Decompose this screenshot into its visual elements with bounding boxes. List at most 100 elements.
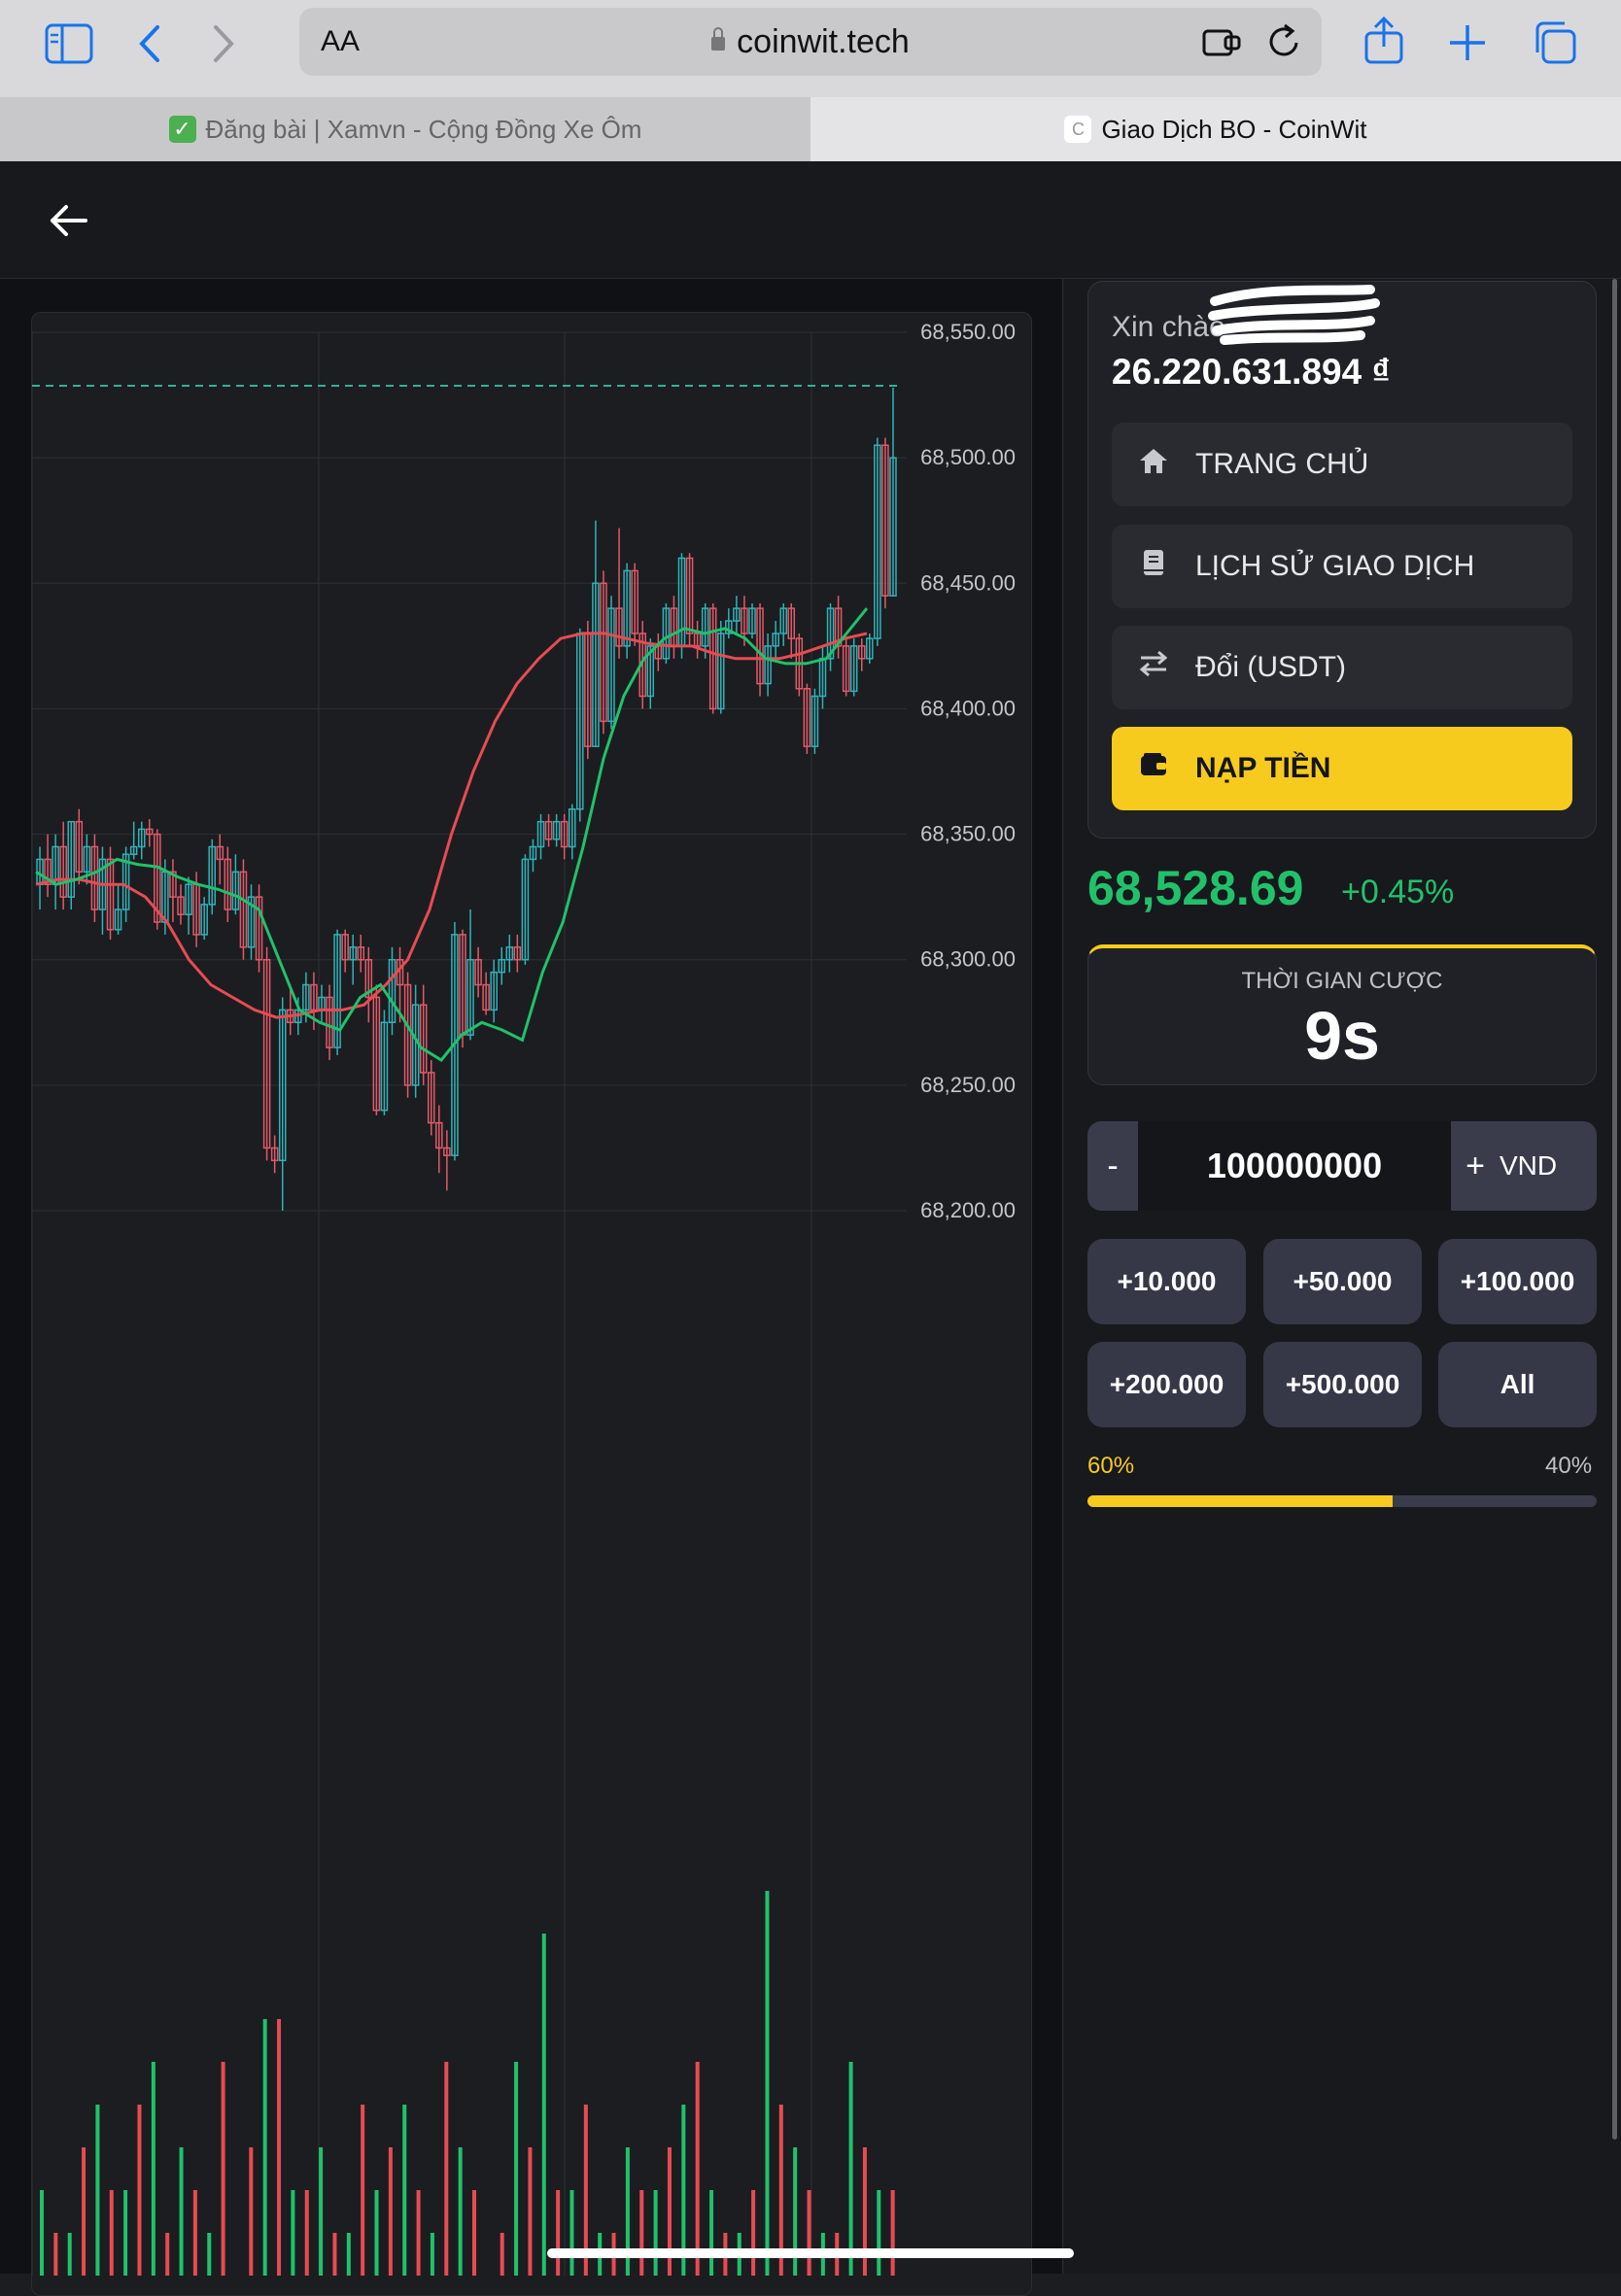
volume-bar-down <box>528 2147 533 2276</box>
quick-amount-200k[interactable]: +200.000 <box>1087 1342 1246 1427</box>
app-header <box>0 161 1621 279</box>
sidebar-icon[interactable] <box>45 23 93 69</box>
tabs-overview-icon[interactable] <box>1532 19 1578 71</box>
volume-bar-down <box>695 2062 700 2276</box>
tab-title: Đăng bài | Xamvn - Cộng Đồng Xe Ôm <box>205 114 642 144</box>
volume-bar-down <box>249 2147 254 2276</box>
bet-timer: THỜI GIAN CƯỢC 9s <box>1087 944 1597 1085</box>
y-tick-label: 68,500.00 <box>920 445 1016 469</box>
redacted-username-scribble <box>1208 285 1380 345</box>
extension-icon[interactable] <box>1201 25 1244 65</box>
volume-bar-up <box>430 2233 434 2276</box>
volume-bar-up <box>319 2147 324 2276</box>
volume-bar-down <box>444 2062 449 2276</box>
y-tick-label: 68,400.00 <box>920 696 1016 720</box>
address-bar[interactable]: AA coinwit.tech <box>299 8 1322 76</box>
quick-amount-500k[interactable]: +500.000 <box>1263 1342 1422 1427</box>
volume-bar-down <box>500 2233 504 2276</box>
new-tab-icon[interactable] <box>1448 23 1487 67</box>
volume-bar-up <box>402 2105 407 2276</box>
quick-amount-50k[interactable]: +50.000 <box>1263 1239 1422 1324</box>
volume-bar-up <box>458 2147 463 2276</box>
volume-bar-up <box>291 2190 295 2276</box>
back-icon[interactable] <box>138 23 161 69</box>
current-price: 68,528.69 <box>1087 861 1304 915</box>
volume-bar-down <box>53 2233 58 2276</box>
volume-bar-down <box>109 2190 114 2276</box>
decrease-button[interactable]: - <box>1087 1121 1138 1211</box>
volume-bar-down <box>277 2019 282 2276</box>
timer-value: 9s <box>1304 998 1380 1074</box>
checkmark-favicon-icon: ✓ <box>168 116 196 143</box>
volume-bar-down <box>751 2190 756 2276</box>
volume-bar-up <box>67 2233 72 2276</box>
chart-card[interactable]: 68,550.00 68,500.00 68,450.00 68,400.00 68,3… <box>31 312 1032 2296</box>
scrollbar[interactable] <box>1612 279 1617 2140</box>
home-indicator[interactable] <box>547 2248 1074 2258</box>
ratio-bar-fill <box>1087 1495 1394 1507</box>
volume-bar-down <box>332 2233 337 2276</box>
tab-coinwit[interactable]: C Giao Dịch BO - CoinWit <box>810 97 1621 161</box>
volume-bar-down <box>416 2190 421 2276</box>
ratio-left-label: 60% <box>1087 1453 1135 1479</box>
trade-sidebar: Xin chào 26.220.631.894 ₫ TRANG CHỦ LỊCH… <box>1064 279 1621 2274</box>
y-tick-label: 68,250.00 <box>920 1073 1016 1097</box>
volume-bar-up <box>95 2105 100 2276</box>
volume-bar-down <box>388 2147 393 2276</box>
url-display[interactable]: coinwit.tech <box>299 23 1322 61</box>
forward-icon[interactable] <box>212 23 235 69</box>
volume-bar-up <box>877 2190 881 2276</box>
timer-label: THỜI GIAN CƯỢC <box>1241 968 1443 994</box>
menu-exchange[interactable]: Đổi (USDT) <box>1112 626 1572 709</box>
volume-bar-down <box>137 2105 142 2276</box>
lock-icon <box>711 27 726 51</box>
volume-bar-up <box>765 1891 770 2276</box>
wallet-icon <box>1112 752 1195 785</box>
y-tick-label: 68,300.00 <box>920 947 1016 972</box>
account-card: Xin chào 26.220.631.894 ₫ TRANG CHỦ LỊCH… <box>1087 281 1597 839</box>
volume-bar-down <box>890 2190 895 2276</box>
volume-bar-up <box>151 2062 155 2276</box>
volume-bar-down <box>639 2190 644 2276</box>
menu-history[interactable]: LỊCH SỬ GIAO DỊCH <box>1112 525 1572 608</box>
ratio-bar <box>1087 1495 1597 1507</box>
volume-bar-up <box>848 2062 853 2276</box>
menu-home[interactable]: TRANG CHỦ <box>1112 423 1572 506</box>
volume-bar-down <box>221 2062 225 2276</box>
quick-amount-100k[interactable]: +100.000 <box>1438 1239 1597 1324</box>
quick-amount-all[interactable]: All <box>1438 1342 1597 1427</box>
volume-bar-up <box>179 2147 184 2276</box>
volume-bar-up <box>514 2062 519 2276</box>
menu-label: TRANG CHỦ <box>1195 448 1369 480</box>
volume-bar-up <box>262 2019 267 2276</box>
home-icon <box>1112 446 1195 483</box>
volume-bar-up <box>346 2233 351 2276</box>
volume-bar-up <box>569 2190 574 2276</box>
volume-bar-down <box>556 2190 561 2276</box>
volume-bar-down <box>82 2147 86 2276</box>
menu-label: LỊCH SỬ GIAO DỊCH <box>1195 550 1475 582</box>
menu-label: NẠP TIỀN <box>1195 752 1331 784</box>
volume-bar-up <box>207 2233 212 2276</box>
increase-button[interactable]: + <box>1451 1121 1500 1211</box>
coinwit-favicon-icon: C <box>1064 116 1092 143</box>
share-icon[interactable] <box>1362 16 1405 71</box>
account-balance: 26.220.631.894 ₫ <box>1112 352 1391 392</box>
volume-bar-up <box>40 2190 44 2276</box>
amount-input[interactable]: 100000000 <box>1138 1121 1451 1211</box>
tab-xamvn[interactable]: ✓ Đăng bài | Xamvn - Cộng Đồng Xe Ôm <box>0 97 810 161</box>
volume-bar-down <box>472 2190 476 2276</box>
volume-bar-up <box>374 2190 379 2276</box>
candlestick-chart[interactable]: 68,550.00 68,500.00 68,450.00 68,400.00 68,3… <box>32 313 1031 2276</box>
arrow-left-icon[interactable] <box>49 200 89 245</box>
reload-icon[interactable] <box>1267 23 1302 65</box>
volume-bar-up <box>709 2190 714 2276</box>
deposit-button[interactable]: NẠP TIỀN <box>1112 727 1572 810</box>
volume-bar-down <box>165 2233 170 2276</box>
quick-amount-10k[interactable]: +10.000 <box>1087 1239 1246 1324</box>
y-tick-label: 68,450.00 <box>920 570 1016 595</box>
volume-bar-up <box>653 2190 658 2276</box>
volume-bar-up <box>541 1934 546 2276</box>
y-tick-label: 68,350.00 <box>920 822 1016 846</box>
y-tick-label: 68,550.00 <box>920 320 1016 344</box>
